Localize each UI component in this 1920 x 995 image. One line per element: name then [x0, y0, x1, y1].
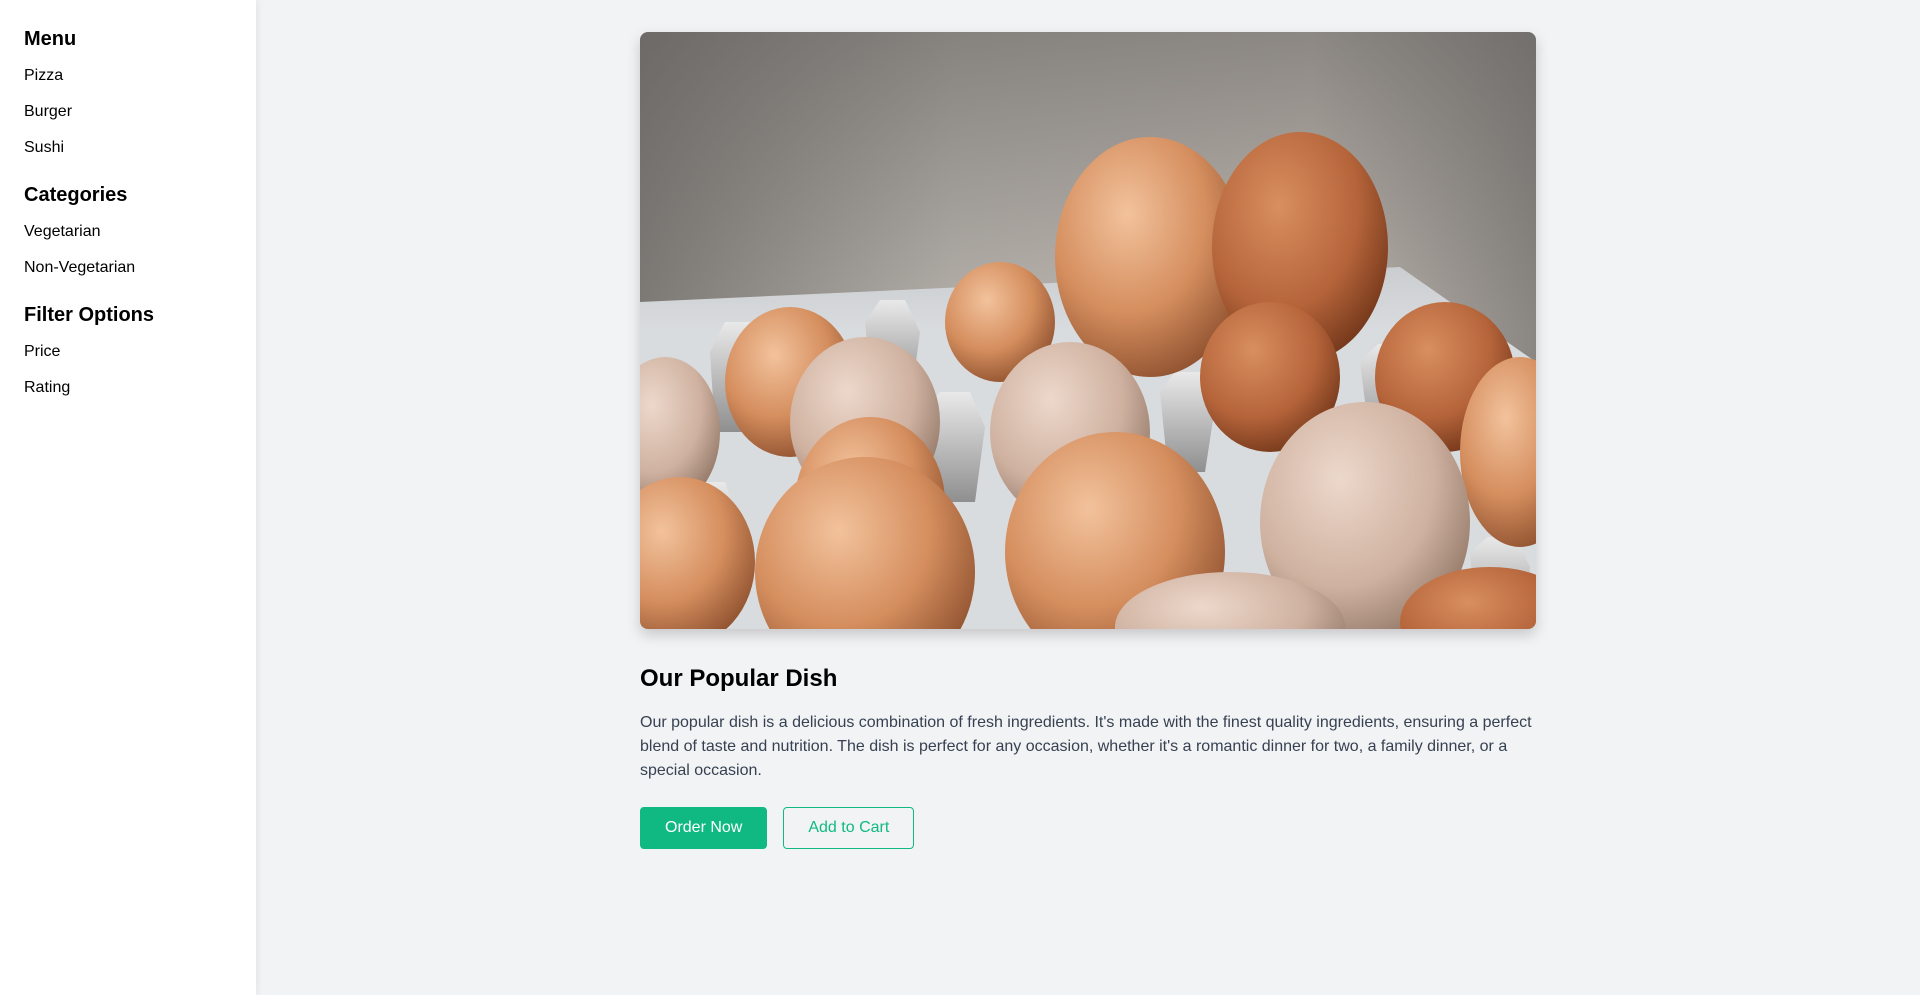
page-title: Our Popular Dish	[640, 665, 838, 692]
section-heading-categories: Categories	[24, 184, 128, 206]
sidebar-item-sushi[interactable]: Sushi	[24, 138, 232, 158]
sidebar-item-vegetarian[interactable]: Vegetarian	[24, 222, 232, 242]
sidebar-section-menu: Menu Pizza Burger Sushi	[24, 24, 232, 158]
section-heading-filter-options: Filter Options	[24, 304, 154, 326]
dish-description: Our popular dish is a delicious combinat…	[640, 714, 1532, 779]
app-layout: Menu Pizza Burger Sushi Categories Veget…	[0, 0, 1920, 995]
sidebar: Menu Pizza Burger Sushi Categories Veget…	[0, 0, 256, 995]
sidebar-item-burger[interactable]: Burger	[24, 102, 232, 122]
categories-list: Vegetarian Non-Vegetarian	[24, 222, 232, 278]
dish-card: Our Popular Dish Our popular dish is a d…	[640, 32, 1536, 849]
sidebar-item-pizza[interactable]: Pizza	[24, 66, 232, 86]
menu-list: Pizza Burger Sushi	[24, 66, 232, 158]
filter-options-list: Price Rating	[24, 342, 232, 398]
sidebar-section-filter-options: Filter Options Price Rating	[24, 300, 232, 398]
sidebar-item-price[interactable]: Price	[24, 342, 232, 362]
order-now-button[interactable]: Order Now	[640, 807, 768, 849]
sidebar-item-non-vegetarian[interactable]: Non-Vegetarian	[24, 258, 232, 278]
sidebar-section-categories: Categories Vegetarian Non-Vegetarian	[24, 180, 232, 278]
sidebar-item-rating[interactable]: Rating	[24, 378, 232, 398]
add-to-cart-button[interactable]: Add to Cart	[783, 807, 915, 849]
action-buttons: Order Now Add to Cart	[640, 807, 1536, 849]
section-heading-menu: Menu	[24, 28, 77, 50]
main-content: Our Popular Dish Our popular dish is a d…	[256, 0, 1920, 995]
dish-image	[640, 32, 1536, 629]
